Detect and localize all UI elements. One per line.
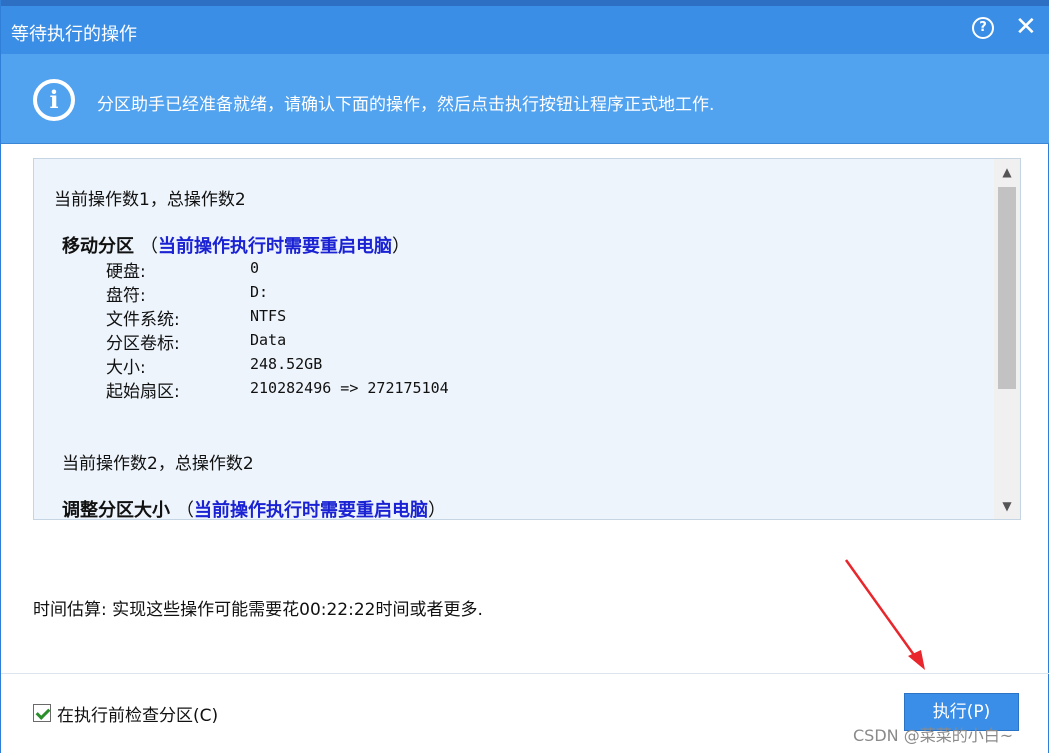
field-value: Data xyxy=(250,331,287,349)
vertical-scrollbar[interactable]: ▲ ▼ xyxy=(994,159,1020,519)
field-key: 盘符: xyxy=(106,286,146,306)
op1-title-text: 移动分区 xyxy=(62,236,134,257)
operations-content: 当前操作数1，总操作数2 移动分区 （当前操作执行时需要重启电脑） 硬盘: 0 盘… xyxy=(34,159,994,519)
info-banner: i 分区助手已经准备就绪，请确认下面的操作，然后点击执行按钮让程序正式地工作. xyxy=(1,54,1049,144)
op1-restart-note: 当前操作执行时需要重启电脑 xyxy=(158,236,392,257)
close-icon[interactable]: ✕ xyxy=(1015,14,1037,40)
op2-restart-note: 当前操作执行时需要重启电脑 xyxy=(194,500,428,520)
operations-list[interactable]: 当前操作数1，总操作数2 移动分区 （当前操作执行时需要重启电脑） 硬盘: 0 盘… xyxy=(33,158,1021,520)
op2-note-open: （ xyxy=(176,500,194,520)
info-icon: i xyxy=(33,79,75,121)
field-key: 大小: xyxy=(106,358,146,378)
field-value: 0 xyxy=(250,259,260,277)
annotation-arrow-shaft xyxy=(844,559,921,663)
op1-note-close: ） xyxy=(392,236,410,257)
field-key: 文件系统: xyxy=(106,310,180,330)
dialog-window: 等待执行的操作 ? ✕ i 分区助手已经准备就绪，请确认下面的操作，然后点击执行… xyxy=(0,0,1049,753)
op2-title: 调整分区大小 （当前操作执行时需要重启电脑） xyxy=(62,496,446,520)
scrollbar-thumb[interactable] xyxy=(998,187,1016,389)
watermark: CSDN @菜菜的小白~ xyxy=(853,726,1014,745)
scroll-down-icon[interactable]: ▼ xyxy=(994,493,1020,519)
title-bar[interactable]: 等待执行的操作 ? ✕ xyxy=(1,0,1049,60)
field-value: D: xyxy=(250,283,269,301)
op2-title-text: 调整分区大小 xyxy=(62,500,170,520)
field-key: 分区卷标: xyxy=(106,334,180,354)
op1-note-open: （ xyxy=(140,236,158,257)
checkbox-label: 在执行前检查分区(C) xyxy=(57,705,219,726)
check-before-execute[interactable]: 在执行前检查分区(C) xyxy=(33,701,219,726)
window-title: 等待执行的操作 xyxy=(11,24,137,45)
help-icon[interactable]: ? xyxy=(972,17,994,39)
op2-count: 当前操作数2，总操作数2 xyxy=(62,454,254,474)
annotation-arrow-head xyxy=(908,650,925,670)
op1-count: 当前操作数1，总操作数2 xyxy=(54,190,246,210)
field-key: 硬盘: xyxy=(106,262,146,282)
banner-message: 分区助手已经准备就绪，请确认下面的操作，然后点击执行按钮让程序正式地工作. xyxy=(97,95,715,115)
field-value: 210282496 => 272175104 xyxy=(250,379,449,397)
field-value: 248.52GB xyxy=(250,355,323,373)
field-value: NTFS xyxy=(250,307,287,325)
scroll-up-icon[interactable]: ▲ xyxy=(994,159,1020,185)
checkbox-checked-icon[interactable] xyxy=(33,704,51,722)
time-estimate: 时间估算: 实现这些操作可能需要花00:22:22时间或者更多. xyxy=(33,600,483,620)
op1-title: 移动分区 （当前操作执行时需要重启电脑） xyxy=(62,232,410,258)
field-key: 起始扇区: xyxy=(106,382,180,402)
op2-note-close: ） xyxy=(428,500,446,520)
footer-divider xyxy=(1,673,1049,674)
